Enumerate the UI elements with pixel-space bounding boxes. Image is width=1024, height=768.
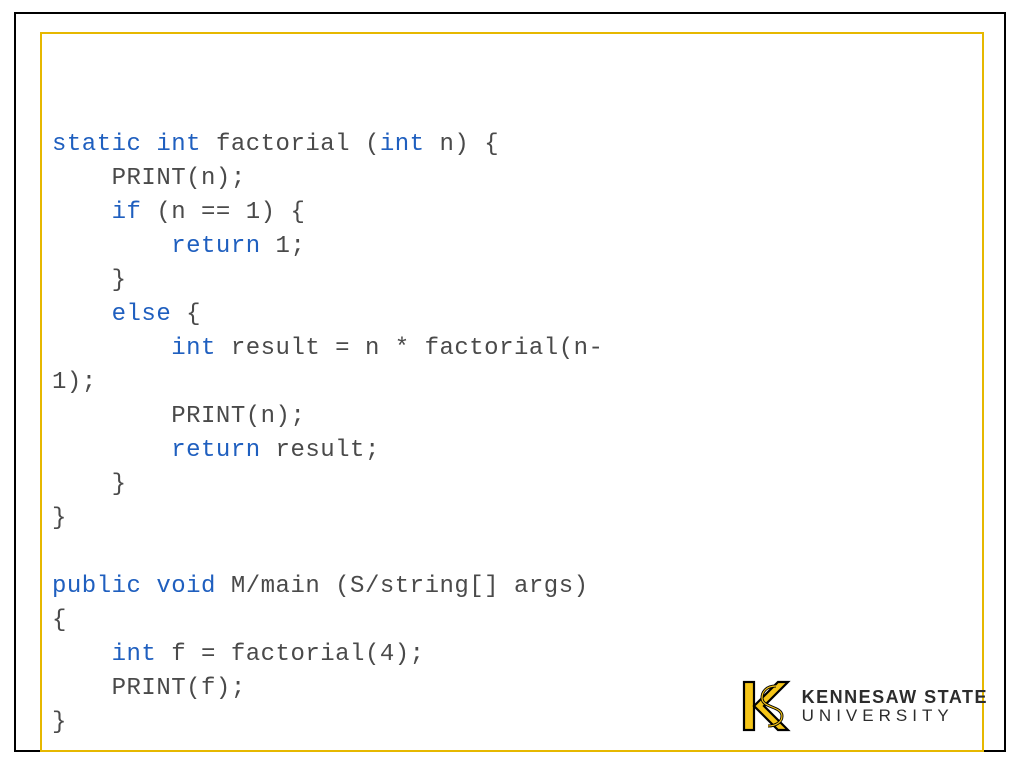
keyword: return [171, 233, 260, 260]
code-text [52, 437, 171, 464]
code-text: } [52, 709, 67, 736]
keyword: if [112, 199, 142, 226]
code-text: PRINT(n); [52, 403, 305, 430]
code-text: } [52, 505, 67, 532]
logo-text: KENNESAW STATE UNIVERSITY [802, 688, 988, 725]
keyword: int [156, 131, 201, 158]
code-text: n) { [425, 131, 500, 158]
code-text: } [52, 471, 127, 498]
code-text [141, 573, 156, 600]
code-text: factorial ( [201, 131, 380, 158]
code-block: static int factorial (int n) { PRINT(n);… [52, 128, 603, 740]
keyword: static [52, 131, 141, 158]
code-text: result; [261, 437, 380, 464]
code-text [141, 131, 156, 158]
code-text: (n == 1) { [141, 199, 305, 226]
code-text: } [52, 267, 127, 294]
code-text: { [52, 607, 67, 634]
keyword: void [156, 573, 216, 600]
keyword: int [112, 641, 157, 668]
code-text: 1; [261, 233, 306, 260]
code-text: M/main (S/string[] args) [216, 573, 589, 600]
code-text [52, 199, 112, 226]
university-logo: KENNESAW STATE UNIVERSITY [738, 678, 988, 734]
code-text [52, 301, 112, 328]
code-text [52, 233, 171, 260]
code-text: { [171, 301, 201, 328]
code-text: PRINT(n); [52, 165, 246, 192]
code-text: PRINT(f); [52, 675, 246, 702]
ksu-monogram-icon [738, 678, 792, 734]
code-text [52, 641, 112, 668]
keyword: int [380, 131, 425, 158]
keyword: else [112, 301, 172, 328]
keyword: public [52, 573, 141, 600]
code-text: 1); [52, 369, 97, 396]
logo-line1: KENNESAW STATE [802, 688, 988, 707]
logo-line2: UNIVERSITY [802, 707, 988, 725]
code-text: f = factorial(4); [156, 641, 424, 668]
code-text [52, 335, 171, 362]
code-text: result = n * factorial(n- [216, 335, 603, 362]
keyword: return [171, 437, 260, 464]
keyword: int [171, 335, 216, 362]
